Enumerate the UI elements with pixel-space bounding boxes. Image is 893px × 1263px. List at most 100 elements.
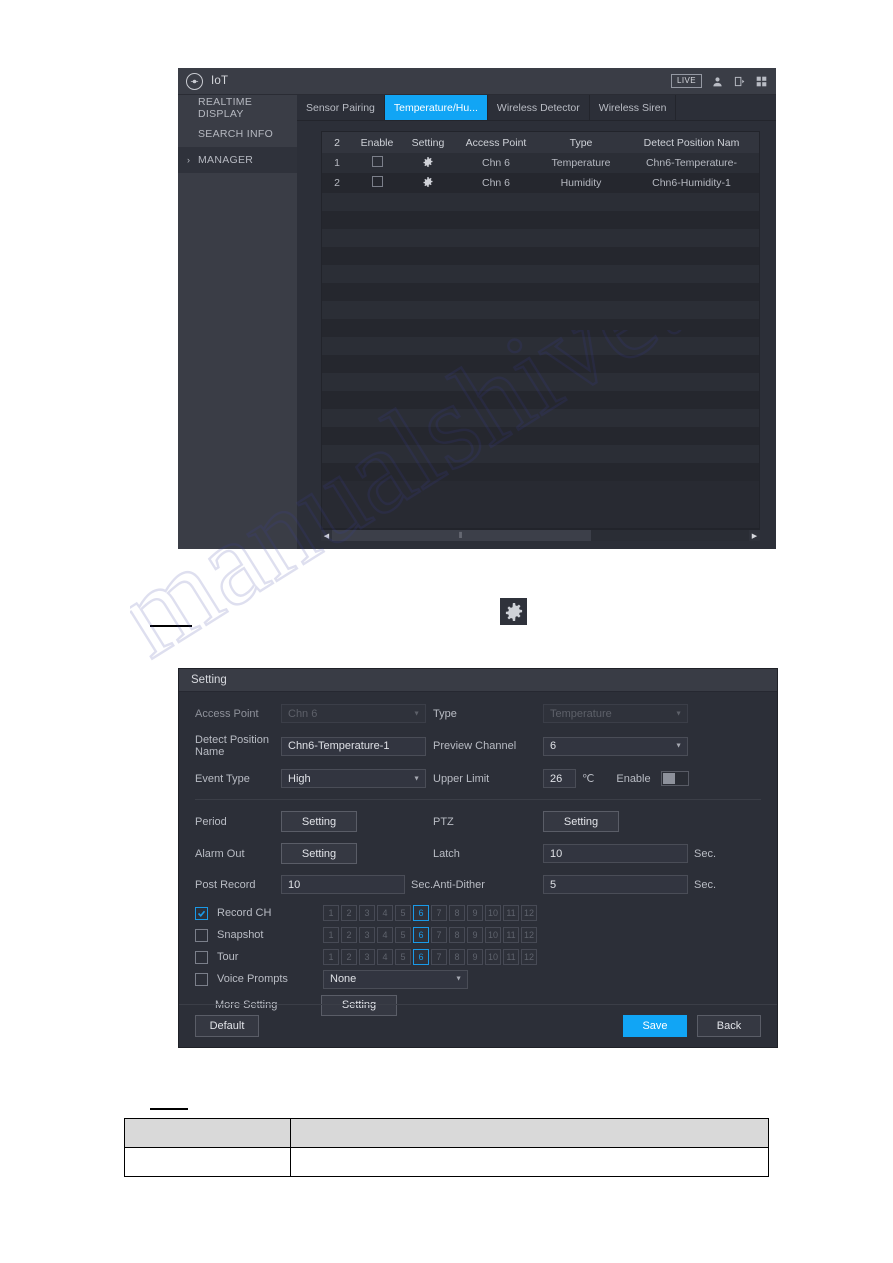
logout-icon[interactable] [733,75,746,88]
tab-label: Sensor Pairing [306,101,375,114]
upper-limit-value: 26 [550,772,563,785]
tour-checkbox[interactable] [195,950,208,964]
channel-box[interactable]: 3 [359,905,375,921]
sidebar-item-realtime-display[interactable]: REALTIME DISPLAY [178,95,297,121]
upper-limit-input[interactable]: 26 [543,769,576,788]
preview-channel-select[interactable]: 6 ▼ [543,736,688,756]
cell-setting[interactable] [402,173,454,193]
detect-position-name-input[interactable]: Chn6-Temperature-1 [281,736,426,756]
back-button[interactable]: Back [697,1015,761,1037]
channel-box[interactable]: 4 [377,905,393,921]
channel-box[interactable]: 1 [323,949,339,965]
channel-box-selected[interactable]: 6 [413,905,429,921]
tab-temperature-humidity[interactable]: Temperature/Hu... [384,95,488,120]
event-type-select[interactable]: High ▼ [281,769,426,788]
anti-dither-input[interactable]: 5 [543,875,688,894]
channel-box[interactable]: 2 [341,927,357,943]
channel-box[interactable]: 9 [467,949,483,965]
channel-box[interactable]: 4 [377,927,393,943]
scroll-right-arrow-icon[interactable]: ▶ [749,530,760,541]
channel-box[interactable]: 11 [503,927,519,943]
iot-main: Sensor Pairing Temperature/Hu... Wireles… [297,95,776,549]
channel-box[interactable]: 3 [359,927,375,943]
channel-box[interactable]: 2 [341,905,357,921]
snapshot-checkbox[interactable] [195,928,208,942]
enable-checkbox[interactable] [371,156,383,167]
channel-box-selected[interactable]: 6 [413,949,429,965]
table-horizontal-scrollbar[interactable]: ◀ ⦀ ▶ [321,529,760,541]
channel-box[interactable]: 1 [323,905,339,921]
cell-enable[interactable] [352,153,402,173]
tab-wireless-siren[interactable]: Wireless Siren [590,95,677,120]
channel-box-selected[interactable]: 6 [413,927,429,943]
tour-row[interactable]: Tour 1 2 3 4 5 6 7 8 9 10 11 12 [195,946,761,968]
channel-box[interactable]: 12 [521,905,537,921]
channel-box[interactable]: 5 [395,927,411,943]
iot-window-title: IoT [211,75,229,87]
channel-box[interactable]: 7 [431,927,447,943]
channel-box[interactable]: 5 [395,905,411,921]
channel-box[interactable]: 4 [377,949,393,965]
default-button[interactable]: Default [195,1015,259,1037]
upper-limit-label: Upper Limit [433,772,490,785]
period-setting-button[interactable]: Setting [281,811,357,832]
preview-channel-value: 6 [550,740,557,752]
scrollbar-thumb[interactable]: ⦀ [332,530,591,541]
channel-box[interactable]: 7 [431,905,447,921]
grid-icon[interactable] [755,75,768,88]
channel-box[interactable]: 9 [467,927,483,943]
channel-box[interactable]: 10 [485,927,501,943]
enable-toggle[interactable] [660,771,689,786]
record-ch-checkbox[interactable] [195,906,208,920]
enable-checkbox[interactable] [371,176,383,187]
channel-box[interactable]: 12 [521,949,537,965]
scroll-left-arrow-icon[interactable]: ◀ [321,530,332,541]
voice-prompts-row[interactable]: Voice Prompts None ▼ [195,968,761,990]
channel-box[interactable]: 2 [341,949,357,965]
channel-box[interactable]: 11 [503,905,519,921]
table-row[interactable]: 2 Chn 6 Humidity Chn6-Humidity-1 [322,173,759,193]
table-row[interactable]: 1 Chn 6 Temperature Chn6-Temperature- [322,153,759,173]
channel-box[interactable]: 8 [449,905,465,921]
cell-setting[interactable] [402,153,454,173]
anti-dither-unit: Sec. [694,878,717,891]
cell-enable[interactable] [352,173,402,193]
alarm-out-setting-button[interactable]: Setting [281,843,357,864]
post-record-input[interactable]: 10 [281,875,405,894]
save-button[interactable]: Save [623,1015,687,1037]
channel-box[interactable]: 1 [323,927,339,943]
voice-prompts-checkbox[interactable] [195,972,208,986]
channel-box[interactable]: 9 [467,905,483,921]
user-icon[interactable] [711,75,724,88]
record-ch-row[interactable]: Record CH 1 2 3 4 5 6 7 8 9 10 11 12 [195,902,761,924]
gear-icon[interactable] [423,176,433,187]
channel-box[interactable]: 8 [449,927,465,943]
live-badge[interactable]: LIVE [671,74,702,88]
sidebar-item-search-info[interactable]: SEARCH INFO [178,121,297,147]
channel-box[interactable]: 12 [521,927,537,943]
tour-channel-list[interactable]: 1 2 3 4 5 6 7 8 9 10 11 12 [323,949,537,965]
channel-box[interactable]: 3 [359,949,375,965]
cell-detect-position-name: Chn6-Temperature- [624,153,759,173]
latch-input[interactable]: 10 [543,844,688,863]
channel-box[interactable]: 8 [449,949,465,965]
tab-wireless-detector[interactable]: Wireless Detector [488,95,590,120]
ptz-setting-button[interactable]: Setting [543,811,619,832]
iot-circle-icon [186,72,203,90]
type-select[interactable]: Temperature ▼ [543,704,688,723]
detect-position-name-label: Detect Position Name [195,734,269,758]
gear-icon[interactable] [423,156,433,167]
tab-sensor-pairing[interactable]: Sensor Pairing [297,95,385,120]
record-ch-channel-list[interactable]: 1 2 3 4 5 6 7 8 9 10 11 12 [323,905,537,921]
channel-box[interactable]: 10 [485,949,501,965]
voice-prompts-select[interactable]: None ▼ [323,969,468,989]
access-point-select[interactable]: Chn 6 ▼ [281,704,426,723]
channel-box[interactable]: 7 [431,949,447,965]
snapshot-channel-list[interactable]: 1 2 3 4 5 6 7 8 9 10 11 12 [323,927,537,943]
channel-box[interactable]: 5 [395,949,411,965]
scrollbar-track[interactable]: ⦀ [332,530,749,541]
snapshot-row[interactable]: Snapshot 1 2 3 4 5 6 7 8 9 10 11 12 [195,924,761,946]
sidebar-item-manager[interactable]: › MANAGER [178,147,297,173]
channel-box[interactable]: 10 [485,905,501,921]
channel-box[interactable]: 11 [503,949,519,965]
